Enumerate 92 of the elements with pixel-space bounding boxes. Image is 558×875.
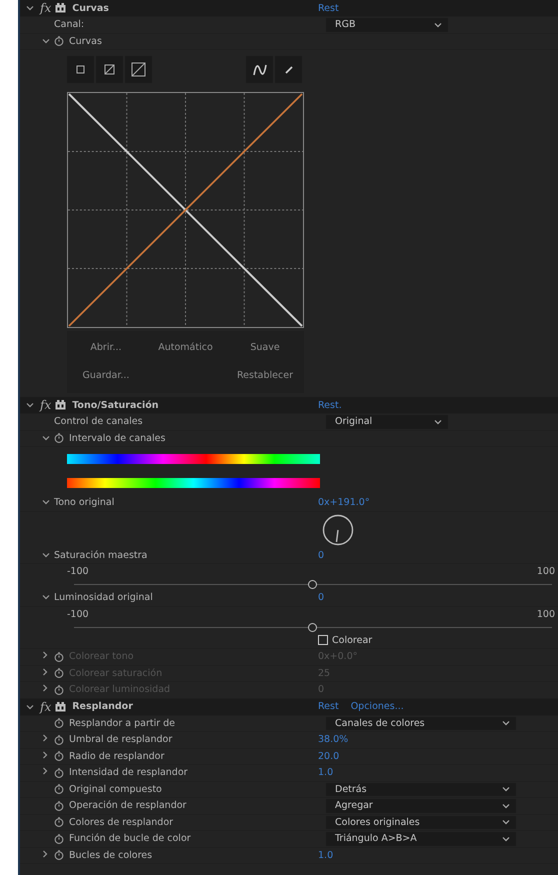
stopwatch-icon[interactable] [54, 800, 64, 811]
curves-button[interactable]: Restablecer [226, 364, 304, 386]
fx-label[interactable]: fx [40, 700, 52, 714]
value-field[interactable]: 1.0 [318, 850, 334, 861]
curve-tool-button[interactable] [125, 56, 152, 83]
property-label: Umbral de resplandor [69, 734, 172, 746]
property-label: Luminosidad original [54, 592, 153, 604]
stopwatch-icon[interactable] [54, 734, 64, 745]
slider-thumb[interactable] [308, 580, 317, 589]
value-field[interactable]: 38.0% [318, 734, 348, 746]
value-field[interactable]: 20.0 [318, 750, 340, 762]
stopwatch-icon[interactable] [54, 36, 64, 46]
dropdown[interactable]: RGB [326, 18, 448, 32]
pencil-icon [284, 64, 294, 74]
stopwatch-icon[interactable] [54, 817, 64, 828]
property-label: Operación de resplandor [69, 800, 186, 812]
curves-button[interactable]: Automático [146, 336, 224, 358]
chevron-down-icon[interactable] [26, 704, 34, 710]
chevron-down-icon[interactable] [502, 819, 510, 826]
effect-icon [55, 3, 66, 13]
property-label: Colores de resplandor [69, 816, 174, 828]
large-grid-icon [131, 62, 146, 77]
chevron-down-icon[interactable] [26, 5, 34, 11]
chevron-down-icon[interactable] [42, 552, 50, 558]
property-label: Original compuesto [69, 784, 162, 795]
effect-title: Curvas [72, 2, 109, 14]
dropdown[interactable]: Colores originales [326, 816, 516, 829]
min-label: -100 [67, 566, 89, 577]
property-label: Saturación maestra [54, 550, 148, 561]
chevron-down-icon[interactable] [434, 418, 442, 425]
chevron-down-icon[interactable] [26, 402, 34, 408]
stopwatch-icon[interactable] [54, 718, 64, 728]
value-field[interactable]: 0 [318, 592, 324, 604]
effect-icon [55, 702, 66, 712]
chevron-down-icon[interactable] [502, 802, 510, 809]
curves-graph[interactable] [67, 92, 304, 328]
effect-title: Resplandor [72, 701, 133, 712]
property-label: Curvas [69, 36, 102, 47]
chevron-down-icon[interactable] [502, 720, 510, 726]
property-label: Control de canales [54, 416, 143, 428]
curve-tool-button[interactable] [67, 56, 94, 83]
value-field[interactable]: 1.0 [318, 767, 334, 778]
max-label: 100 [536, 566, 555, 577]
stopwatch-icon[interactable] [54, 850, 64, 860]
slider-thumb[interactable] [308, 622, 317, 632]
value-field[interactable]: 0x+191.0° [318, 497, 370, 508]
dropdown[interactable]: Original [326, 415, 448, 428]
effect-link[interactable]: Rest [318, 2, 339, 14]
property-label: Intensidad de resplandor [69, 767, 188, 778]
effect-link[interactable]: Rest. [318, 400, 342, 410]
stopwatch-icon[interactable] [54, 834, 64, 844]
value-field[interactable]: 0 [318, 550, 324, 561]
chevron-down-icon[interactable] [434, 22, 442, 28]
effect-link[interactable]: Opciones... [350, 701, 404, 712]
chevron-down-icon[interactable] [502, 786, 510, 792]
chevron-down-icon[interactable] [42, 594, 50, 600]
property-label: Tono original [54, 497, 114, 508]
curves-button[interactable]: Suave [226, 336, 304, 358]
medium-grid-icon [104, 64, 115, 75]
chevron-right-icon[interactable] [42, 850, 48, 858]
stopwatch-icon[interactable] [54, 751, 64, 762]
dropdown[interactable]: Triángulo A>B>A [326, 832, 516, 846]
property-label: Radio de resplandor [69, 750, 164, 762]
dropdown[interactable]: Agregar [326, 799, 516, 812]
dropdown[interactable]: Canales de colores [326, 716, 516, 730]
chevron-down-icon[interactable] [42, 499, 50, 506]
curve-tool-button[interactable] [246, 56, 273, 83]
fx-label[interactable]: fx [40, 1, 52, 15]
property-label: Intervalo de canales [69, 432, 166, 444]
stopwatch-icon[interactable] [54, 433, 64, 444]
checkbox[interactable]: Colorear [318, 634, 372, 646]
chevron-down-icon[interactable] [42, 38, 50, 44]
property-label: Canal: [54, 19, 84, 30]
property-label: Función de bucle de color [69, 833, 191, 844]
property-label: Resplandor a partir de [69, 718, 176, 729]
angle-dial[interactable] [322, 514, 354, 546]
min-label: -100 [67, 608, 89, 620]
small-grid-icon [76, 65, 85, 74]
chevron-down-icon[interactable] [42, 434, 50, 441]
max-label: 100 [536, 608, 555, 620]
curves-button[interactable]: Guardar... [67, 364, 145, 386]
stopwatch-icon[interactable] [54, 784, 64, 794]
effect-link[interactable]: Rest [318, 701, 339, 712]
chevron-down-icon[interactable] [502, 836, 510, 842]
effect-icon [55, 400, 66, 410]
stopwatch-icon[interactable] [54, 768, 64, 778]
curves-button[interactable]: Abrir... [67, 336, 145, 358]
effect-title: Tono/Saturación [72, 400, 159, 410]
dropdown[interactable]: Detrás [326, 782, 516, 796]
curve-tool-button[interactable] [96, 56, 123, 83]
property-label: Bucles de colores [69, 850, 152, 861]
fx-label[interactable]: fx [40, 398, 52, 412]
